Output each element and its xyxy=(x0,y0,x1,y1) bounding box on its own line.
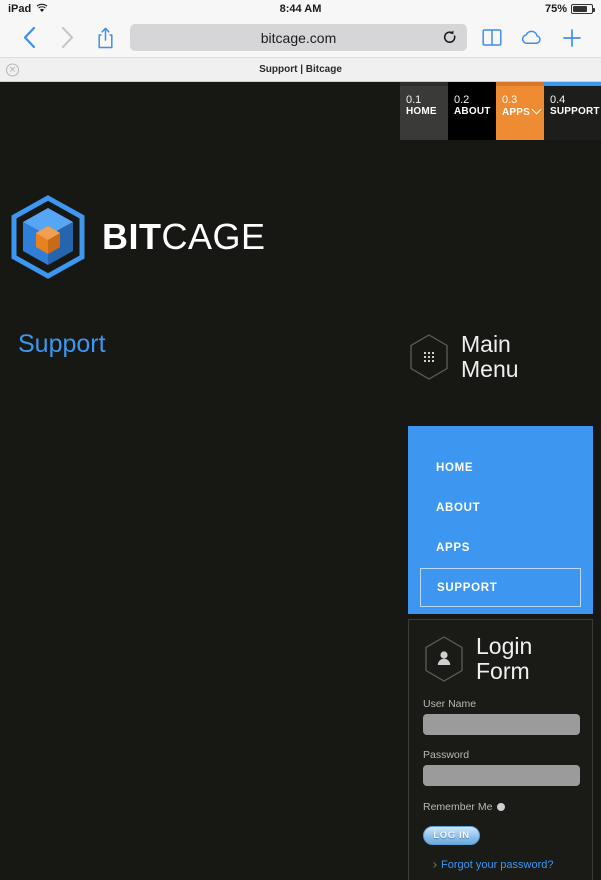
remember-me-row[interactable]: Remember Me xyxy=(423,801,578,813)
share-button[interactable] xyxy=(86,21,124,55)
menu-item-home[interactable]: HOME xyxy=(408,448,593,488)
plus-icon xyxy=(563,28,581,47)
main-menu-title: Main Menu xyxy=(461,332,519,382)
remember-me-label: Remember Me xyxy=(423,801,493,813)
chevron-right-icon xyxy=(431,862,437,868)
username-input[interactable] xyxy=(423,714,580,735)
topnav-accent-bar-support xyxy=(544,82,601,86)
reload-button[interactable] xyxy=(443,30,457,46)
main-menu-heading: Main Menu xyxy=(408,332,593,382)
topnav-number-home: 0.1 xyxy=(406,94,422,106)
wifi-icon xyxy=(36,3,48,16)
safari-toolbar: bitcage.com xyxy=(0,18,601,58)
forgot-password-row[interactable]: Forgot your password? xyxy=(423,859,578,871)
login-submit-button[interactable]: LOG IN xyxy=(423,826,480,845)
status-bar-clock: 8:44 AM xyxy=(279,3,322,15)
password-input[interactable] xyxy=(423,765,580,786)
top-navigation: 0.1 HOME 0.2 ABOUT 0.3 APPS 0.4 SUPPORT xyxy=(400,82,601,140)
topnav-item-support[interactable]: 0.4 SUPPORT xyxy=(544,82,601,140)
address-bar[interactable]: bitcage.com xyxy=(130,24,467,51)
reload-icon xyxy=(443,30,456,43)
topnav-number-about: 0.2 xyxy=(454,94,470,106)
topnav-item-home[interactable]: 0.1 HOME xyxy=(400,82,448,140)
main-menu-list: HOME ABOUT APPS SUPPORT xyxy=(408,426,593,614)
main-menu-title-line1: Main xyxy=(461,331,511,357)
safari-tab-bar: ✕ Support | Bitcage xyxy=(0,58,601,82)
menu-item-apps[interactable]: APPS xyxy=(408,528,593,568)
book-icon xyxy=(482,29,502,46)
main-menu-title-line2: Menu xyxy=(461,356,519,382)
menu-item-support[interactable]: SUPPORT xyxy=(420,568,581,607)
main-menu-module-header: Main Menu xyxy=(408,332,593,382)
menu-item-about[interactable]: ABOUT xyxy=(408,488,593,528)
forward-button[interactable] xyxy=(48,21,86,55)
topnav-number-apps: 0.3 xyxy=(502,94,518,106)
back-button[interactable] xyxy=(10,21,48,55)
topnav-item-apps[interactable]: 0.3 APPS xyxy=(496,82,544,140)
status-bar-right: 75% xyxy=(544,3,595,15)
battery-percent-label: 75% xyxy=(544,3,567,15)
url-text: bitcage.com xyxy=(260,29,337,46)
username-label: User Name xyxy=(423,698,477,710)
bookmarks-button[interactable] xyxy=(473,21,511,55)
share-icon xyxy=(97,27,113,48)
device-name-label: iPad xyxy=(8,3,32,15)
chevron-down-icon xyxy=(531,104,542,115)
tab-title[interactable]: Support | Bitcage xyxy=(0,64,601,75)
topnav-label-apps-text: APPS xyxy=(502,107,531,118)
login-form-title-line2: Form xyxy=(476,658,530,684)
grid-dots xyxy=(423,351,435,363)
login-form-title-line1: Login xyxy=(476,633,533,659)
password-label: Password xyxy=(423,749,470,761)
status-bar-left: iPad xyxy=(8,3,48,16)
cloud-icon xyxy=(521,30,541,44)
login-form-title: Login Form xyxy=(476,634,532,684)
webpage-viewport: 0.1 HOME 0.2 ABOUT 0.3 APPS 0.4 SUPPORT xyxy=(0,82,601,880)
page-title: Support xyxy=(18,330,106,358)
remember-me-checkbox[interactable] xyxy=(497,803,506,811)
topnav-accent-bar-apps xyxy=(496,82,544,86)
ios-status-bar: iPad 8:44 AM 75% xyxy=(0,0,601,18)
icloud-tabs-button[interactable] xyxy=(513,21,551,55)
topnav-label-support: SUPPORT xyxy=(550,106,600,117)
forgot-password-link[interactable]: Forgot your password? xyxy=(441,859,554,871)
login-form-heading: Login Form xyxy=(423,634,578,684)
topnav-label-about: ABOUT xyxy=(454,106,491,117)
topnav-accent-bar-home xyxy=(400,82,448,86)
battery-icon xyxy=(571,4,595,14)
topnav-number-support: 0.4 xyxy=(550,94,566,106)
login-form-module: Login Form User Name Password Remember M… xyxy=(408,619,593,880)
safari-toolbar-right xyxy=(473,21,591,55)
forward-chevron-icon xyxy=(61,27,73,48)
site-logo[interactable]: BITCAGE xyxy=(8,195,266,279)
topnav-label-home: HOME xyxy=(406,106,437,117)
topnav-label-apps: APPS xyxy=(502,104,544,119)
logo-text-bit: BIT xyxy=(102,216,162,257)
back-chevron-icon xyxy=(23,27,35,48)
new-tab-button[interactable] xyxy=(553,21,591,55)
topnav-accent-bar-about xyxy=(448,82,496,86)
topnav-item-about[interactable]: 0.2 ABOUT xyxy=(448,82,496,140)
bitcage-hexagon-logo-icon xyxy=(11,195,85,279)
grid-icon xyxy=(408,333,450,381)
user-icon xyxy=(423,635,465,683)
tab-close-icon[interactable]: ✕ xyxy=(6,63,19,76)
site-logo-wordmark: BITCAGE xyxy=(102,216,266,258)
logo-text-cage: CAGE xyxy=(161,216,266,257)
